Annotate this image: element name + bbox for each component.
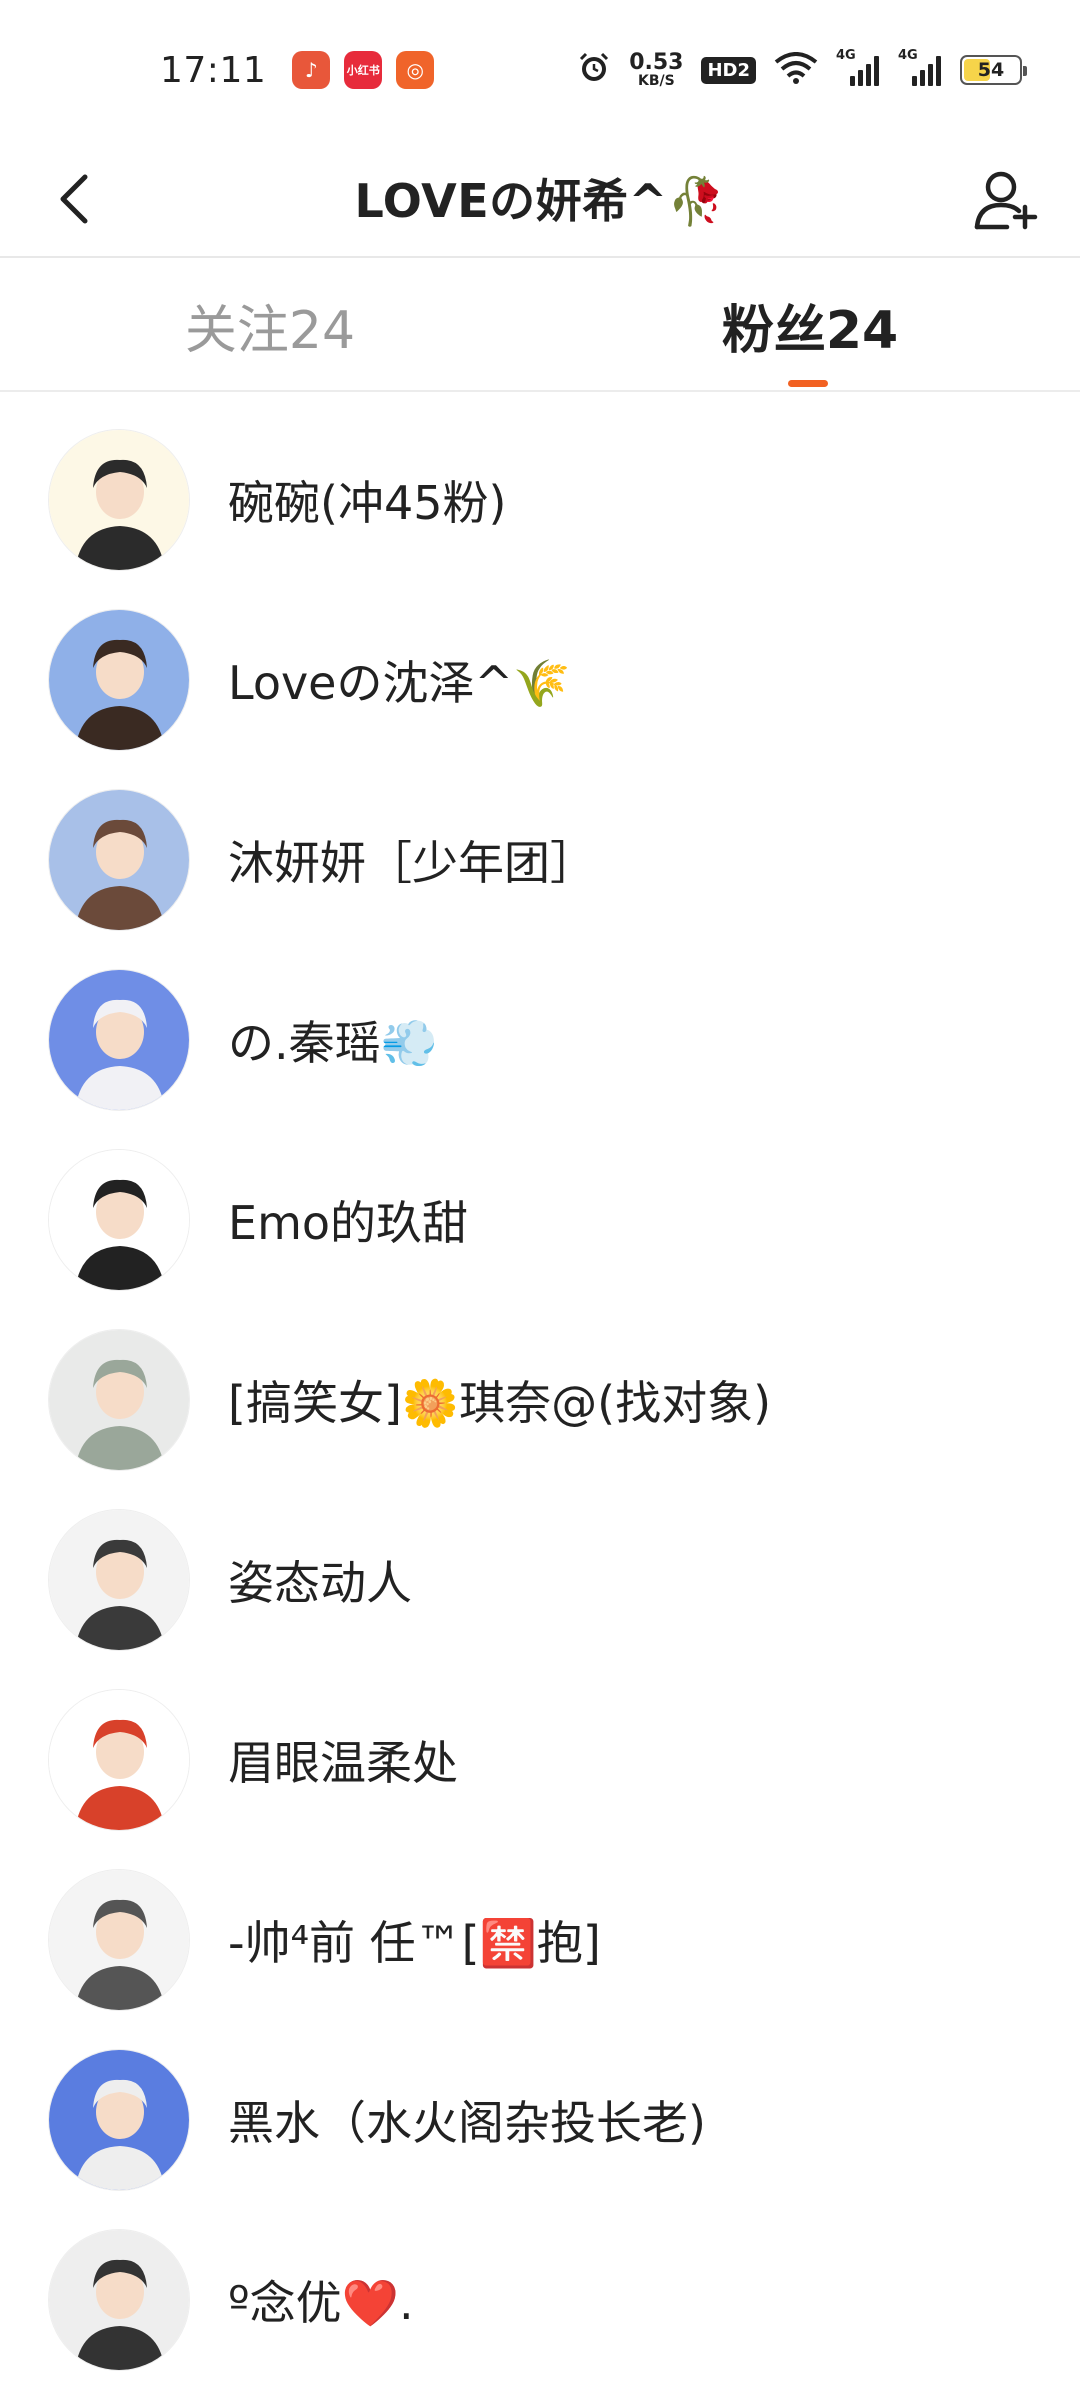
page-title: LOVEの妍希^🥀	[354, 174, 726, 228]
avatar[interactable]	[48, 1869, 190, 2011]
avatar[interactable]	[48, 1509, 190, 1651]
camera-app-icon: ◎	[396, 51, 435, 89]
alarm-icon	[577, 51, 611, 89]
avatar[interactable]	[48, 2049, 190, 2191]
avatar[interactable]	[48, 429, 190, 571]
tab-following[interactable]: 关注24	[0, 260, 540, 390]
list-item[interactable]: 姿态动人	[0, 1490, 1080, 1670]
avatar[interactable]	[48, 1149, 190, 1291]
cellular-signal-2-icon: 4G	[898, 48, 942, 86]
avatar[interactable]	[48, 789, 190, 931]
list-item[interactable]: Loveの沈泽^🌾	[0, 590, 1080, 770]
username: -帅⁴前 任™[🈲抱]	[228, 1916, 601, 1970]
username: 沐妍妍［少年团］	[228, 836, 596, 890]
cellular-signal-1-icon: 4G	[836, 48, 880, 86]
list-item[interactable]: 眉眼温柔处	[0, 1670, 1080, 1850]
avatar[interactable]	[48, 1329, 190, 1471]
username: Emo的玖甜	[228, 1196, 469, 1250]
tab-followers[interactable]: 粉丝24	[540, 260, 1080, 390]
wifi-icon	[774, 52, 818, 88]
username: 姿态动人	[228, 1556, 412, 1610]
network-speed: 0.53 KB/S	[629, 50, 684, 89]
status-bar: 17:11 ♪ 小红书 ◎ 0.53 KB/S HD2 4G 4G 54	[0, 0, 1080, 140]
list-item[interactable]: [搞笑女]🌼琪奈@(找对象)	[0, 1310, 1080, 1490]
list-item[interactable]: の.秦瑶💨	[0, 950, 1080, 1130]
add-user-icon	[974, 171, 1038, 230]
add-friend-button[interactable]	[968, 162, 1044, 238]
list-item[interactable]: -帅⁴前 任™[🈲抱]	[0, 1850, 1080, 2030]
avatar[interactable]	[48, 2229, 190, 2371]
list-item[interactable]: 碗碗(冲45粉)	[0, 410, 1080, 590]
list-item[interactable]: 黑水（水火阁杂投长老)	[0, 2030, 1080, 2210]
list-item[interactable]: 沐妍妍［少年团］	[0, 770, 1080, 950]
avatar[interactable]	[48, 1689, 190, 1831]
avatar[interactable]	[48, 969, 190, 1111]
list-item[interactable]: º念优❤️.	[0, 2210, 1080, 2390]
username: 眉眼温柔处	[228, 1736, 458, 1790]
music-app-icon: ♪	[292, 51, 331, 89]
username: 碗碗(冲45粉)	[228, 476, 507, 530]
follower-list: 碗碗(冲45粉) Loveの沈泽^🌾 沐妍妍［少年团］ の.秦瑶💨 Emo的玖甜 [搞笑女…	[0, 410, 1080, 2390]
username: の.秦瑶💨	[228, 1016, 438, 1070]
username: º念优❤️.	[228, 2276, 414, 2330]
active-tab-indicator	[788, 380, 828, 387]
hd-badge: HD2	[701, 56, 756, 84]
list-item[interactable]: Emo的玖甜	[0, 1130, 1080, 1310]
username: Loveの沈泽^🌾	[228, 656, 571, 710]
xiaohongshu-app-icon: 小红书	[344, 51, 383, 89]
tab-bar: 关注24 粉丝24	[0, 260, 1080, 392]
avatar[interactable]	[48, 609, 190, 751]
username: [搞笑女]🌼琪奈@(找对象)	[228, 1376, 772, 1430]
nav-bar: LOVEの妍希^🥀	[0, 140, 1080, 258]
battery-icon: 54	[960, 55, 1027, 85]
username: 黑水（水火阁杂投长老)	[228, 2096, 706, 2150]
status-time: 17:11	[160, 49, 267, 91]
